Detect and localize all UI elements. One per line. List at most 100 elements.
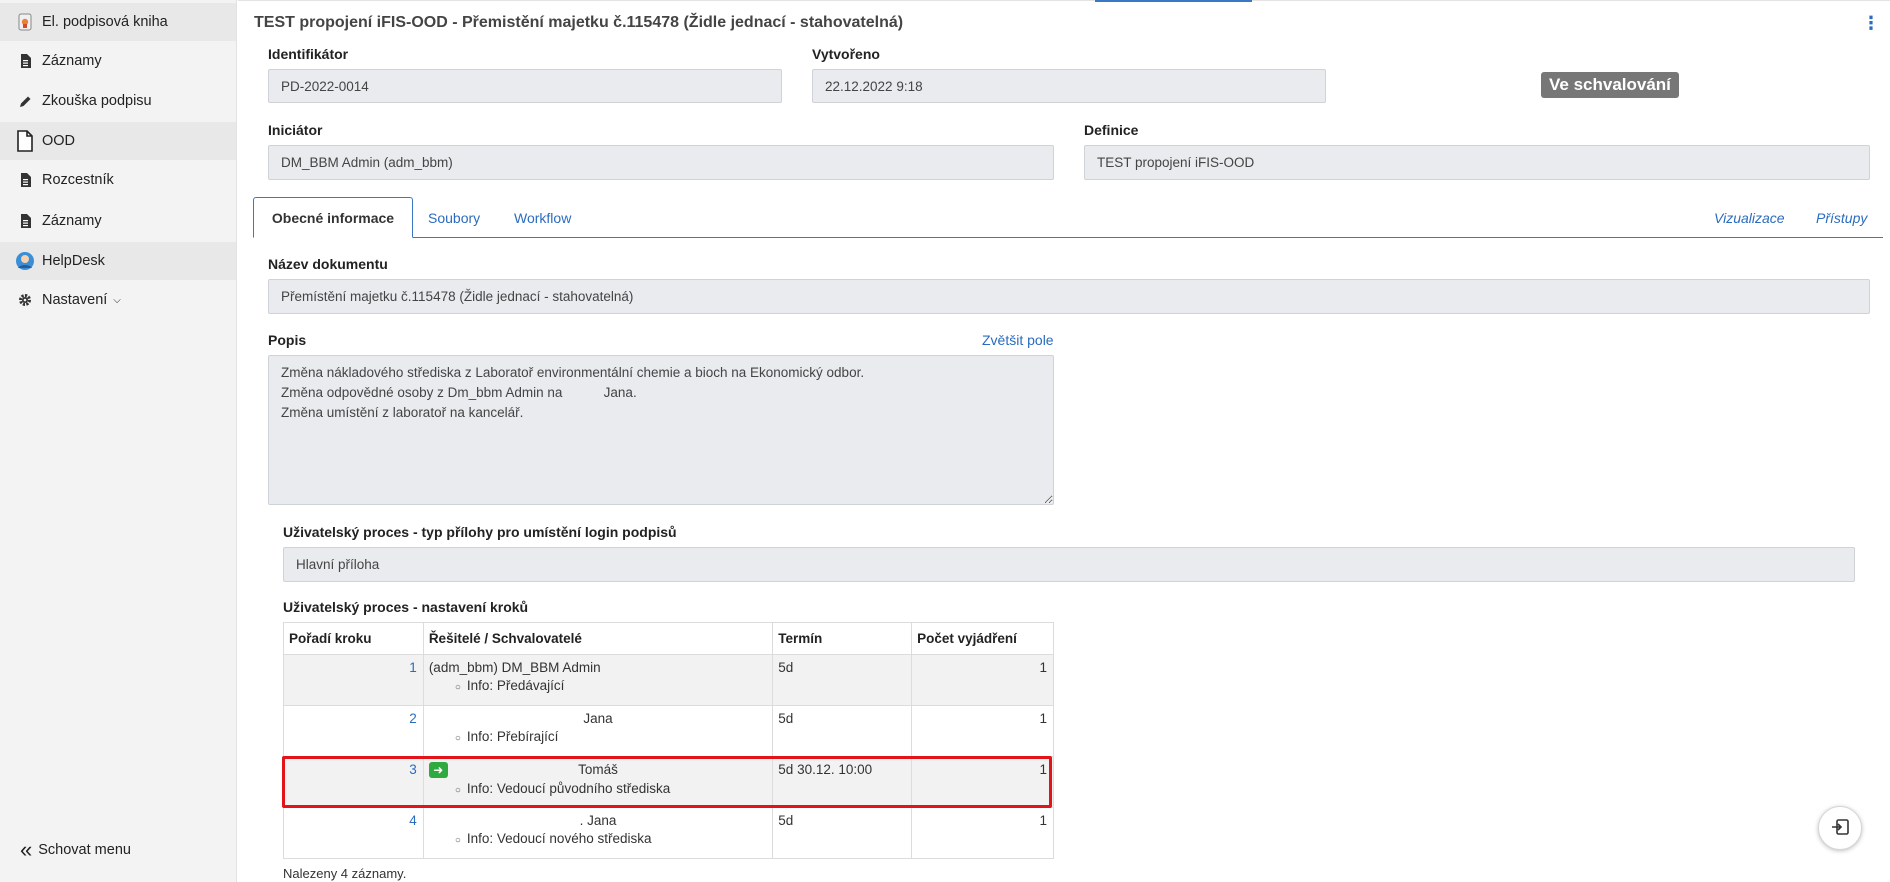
tab-workflow[interactable]: Workflow — [514, 197, 571, 238]
count-cell: 1 — [911, 807, 1054, 859]
table-row-current[interactable]: 3 ➜ Tomáš ○ Info: Vedoucí původního střed… — [283, 756, 1054, 808]
sidebar-item-label: Záznamy — [42, 53, 102, 69]
double-chevron-left-icon: « — [20, 837, 33, 862]
resolver-info-text: Info: Vedoucí nového střediska — [466, 831, 652, 846]
resolver-info: ○ Info: Vedoucí nového střediska — [429, 831, 767, 846]
count-cell: 1 — [911, 654, 1054, 706]
vytvoreno-field[interactable]: 22.12.2022 9:18 — [812, 69, 1326, 103]
document-icon — [14, 54, 36, 68]
popis-label: Popis — [268, 332, 307, 348]
sidebar-item-label: El. podpisová kniha — [42, 14, 168, 30]
step-order-link[interactable]: 1 — [283, 654, 424, 706]
helpdesk-icon — [14, 251, 36, 271]
count-cell: 1 — [911, 756, 1054, 808]
column-header-term[interactable]: Termín — [772, 622, 913, 655]
sidebar-item-zaznamy[interactable]: Záznamy — [0, 42, 236, 80]
document-icon — [14, 214, 36, 228]
sidebar-item-el-podpisova-kniha[interactable]: El. podpisová kniha — [0, 3, 236, 41]
page-title: TEST propojení iFIS-OOD - Přemistění maj… — [254, 14, 904, 31]
sidebar-item-nastaveni[interactable]: Nastavení ⌵ — [0, 281, 236, 319]
sidebar-item-label: HelpDesk — [42, 253, 105, 269]
resolver-info: ○ Info: Vedoucí původního střediska — [429, 781, 767, 796]
circle-bullet-icon: ○ — [454, 835, 461, 846]
resolver-info: ○ Info: Přebírající — [429, 729, 767, 744]
exit-icon — [1831, 818, 1849, 838]
sidebar-item-zkouska-podpisu[interactable]: Zkouška podpisu — [0, 82, 236, 120]
table-row[interactable]: 4 . Jana ○ Info: Vedoucí nového střediska… — [283, 807, 1054, 859]
term-cell: 5d — [772, 807, 913, 859]
sidebar-item-helpdesk[interactable]: HelpDesk — [0, 242, 236, 280]
identifikator-field[interactable]: PD-2022-0014 — [268, 69, 782, 103]
sidebar-item-label: Zkouška podpisu — [42, 93, 152, 109]
identifikator-label: Identifikátor — [268, 46, 349, 62]
resolver-name: . Jana — [579, 813, 617, 828]
enlarge-field-link[interactable]: Zvětšit pole — [982, 332, 1054, 348]
resolver-cell: Jana ○ Info: Přebírající — [422, 705, 774, 757]
iniciator-field[interactable]: DM_BBM Admin (adm_bbm) — [268, 145, 1054, 180]
step-order-link[interactable]: 4 — [283, 807, 424, 859]
attachment-type-field[interactable]: Hlavní příloha — [283, 547, 1855, 582]
step-order-link[interactable]: 3 — [283, 756, 424, 808]
tab-files[interactable]: Soubory — [428, 197, 480, 238]
sidebar-item-zaznamy-ood[interactable]: Záznamy — [0, 202, 236, 240]
records-found-text: Nalezeny 4 záznamy. — [283, 866, 407, 881]
step-order-link[interactable]: 2 — [283, 705, 424, 757]
resolver-name: Jana — [583, 711, 613, 726]
top-accent-bar — [1095, 0, 1252, 2]
resolver-info-text: Info: Předávající — [466, 678, 565, 693]
sidebar-item-label: Záznamy — [42, 213, 102, 229]
popis-textarea[interactable]: Změna nákladového střediska z Laboratoř … — [268, 355, 1054, 505]
table-row[interactable]: 2 Jana ○ Info: Přebírající 5d 1 — [283, 705, 1054, 757]
circle-bullet-icon: ○ — [454, 682, 461, 693]
term-cell: 5d — [772, 705, 913, 757]
kebab-menu-icon[interactable]: ⋮ — [1862, 14, 1880, 32]
sidebar-item-label: OOD — [42, 133, 76, 149]
resolver-info-text: Info: Přebírající — [466, 729, 559, 744]
sidebar-item-ood[interactable]: OOD — [0, 122, 236, 160]
table-header-row: Pořadí kroku Řešitelé / Schvalovatelé Te… — [283, 622, 1054, 655]
tab-access[interactable]: Přístupy — [1816, 197, 1867, 238]
column-header-resolvers[interactable]: Řešitelé / Schvalovatelé — [422, 622, 774, 655]
document-icon — [14, 173, 36, 187]
count-cell: 1 — [911, 705, 1054, 757]
sidebar: El. podpisová kniha Záznamy Zkouška podp… — [0, 0, 237, 882]
document-name-label: Název dokumentu — [268, 256, 388, 272]
steps-table: Pořadí kroku Řešitelé / Schvalovatelé Te… — [283, 622, 1054, 859]
term-cell: 5d — [772, 654, 913, 706]
definice-field[interactable]: TEST propojení iFIS-OOD — [1084, 145, 1870, 180]
tab-general[interactable]: Obecné informace — [253, 197, 413, 238]
document-name-field[interactable]: Přemístění majetku č.115478 (Židle jedna… — [268, 279, 1870, 314]
hide-menu-label: Schovat menu — [38, 842, 131, 858]
tab-bar-line — [253, 237, 1883, 238]
resolver-info: ○ Info: Předávající — [429, 678, 767, 693]
pencil-icon — [14, 95, 36, 108]
term-cell: 5d 30.12. 10:00 — [772, 756, 913, 808]
resolver-info-text: Info: Vedoucí původního střediska — [466, 781, 671, 797]
resolver-cell: ➜ Tomáš ○ Info: Vedoucí původního středis… — [422, 756, 774, 808]
chevron-down-icon: ⌵ — [113, 294, 121, 306]
column-header-count[interactable]: Počet vyjádření — [911, 622, 1054, 655]
resolver-name: Tomáš — [578, 762, 618, 777]
circle-bullet-icon: ○ — [454, 785, 461, 797]
attachment-type-label: Uživatelský proces - typ přílohy pro umí… — [283, 524, 677, 540]
sidebar-item-label: Nastavení — [42, 292, 108, 308]
sidebar-item-label: Rozcestník — [42, 172, 114, 188]
resolver-cell: (adm_bbm) DM_BBM Admin ○ Info: Předávajíc… — [422, 654, 774, 706]
resolver-name: (adm_bbm) DM_BBM Admin — [428, 660, 601, 675]
steps-settings-label: Uživatelský proces - nastavení kroků — [283, 599, 529, 615]
tab-visualization[interactable]: Vizualizace — [1714, 197, 1785, 238]
table-row[interactable]: 1 (adm_bbm) DM_BBM Admin ○ Info: Předávaj… — [283, 654, 1054, 706]
circle-bullet-icon: ○ — [454, 733, 461, 744]
resolver-cell: . Jana ○ Info: Vedoucí nového střediska — [422, 807, 774, 859]
sidebar-item-rozcestnik[interactable]: Rozcestník — [0, 161, 236, 199]
resolver-line: ➜ Tomáš — [428, 762, 767, 779]
file-icon — [14, 130, 36, 152]
gear-icon — [14, 293, 36, 307]
exit-button[interactable] — [1818, 806, 1862, 850]
iniciator-label: Iniciátor — [268, 122, 323, 138]
column-header-order[interactable]: Pořadí kroku — [283, 622, 424, 655]
definice-label: Definice — [1084, 122, 1139, 138]
vytvoreno-label: Vytvořeno — [812, 46, 880, 62]
top-border — [238, 0, 1890, 3]
hide-menu-button[interactable]: « Schovat menu — [20, 837, 131, 862]
